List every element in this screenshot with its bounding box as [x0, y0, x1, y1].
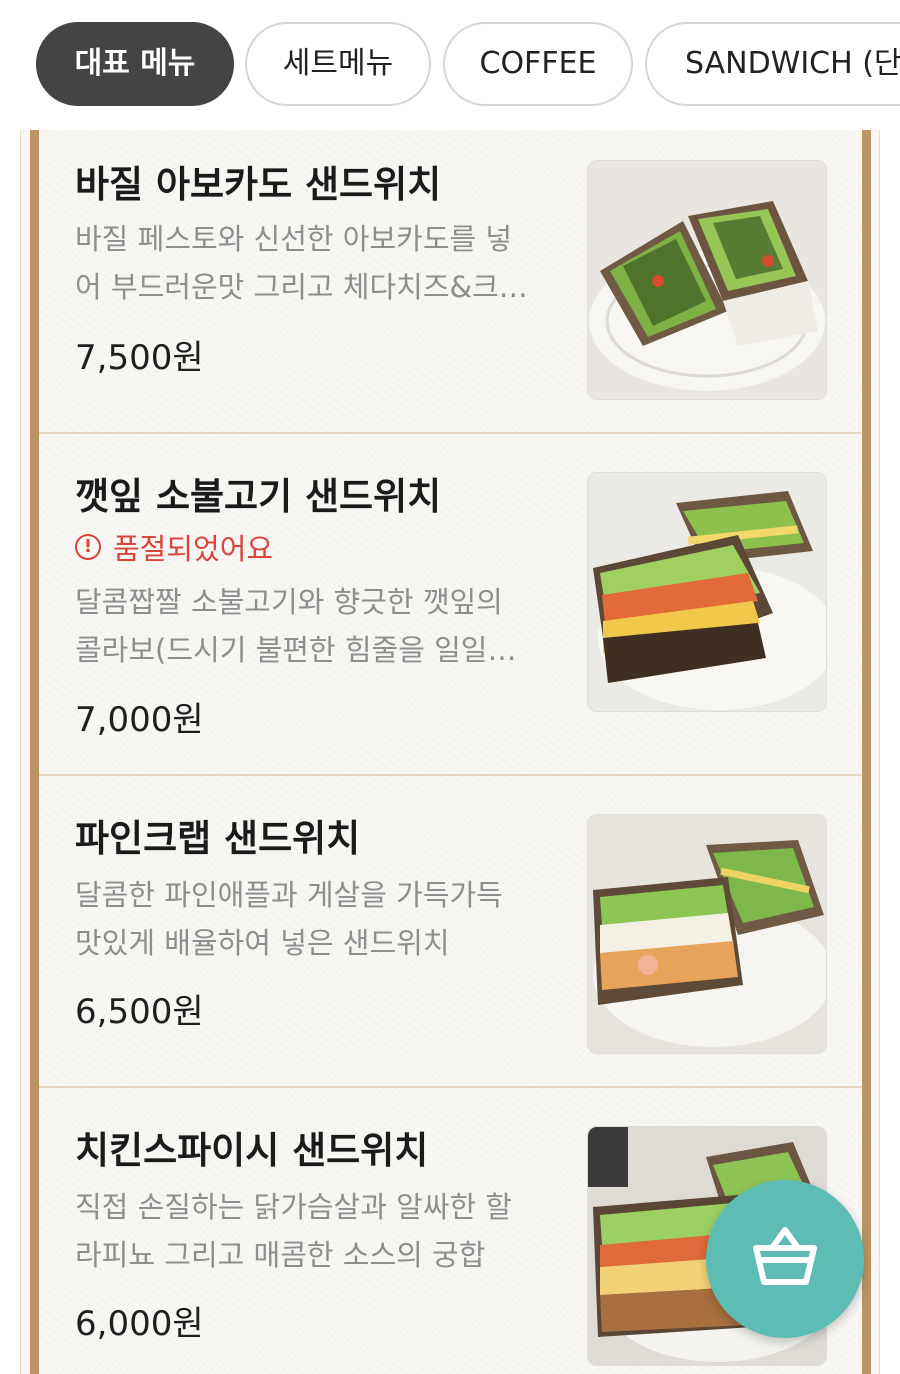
menu-item-name: 바질 아보카도 샌드위치 [75, 163, 442, 206]
tab-set-menu[interactable]: 세트메뉴 [245, 22, 431, 106]
menu-item-price: 7,500원 [75, 338, 204, 378]
menu-item-description: 직접 손질하는 닭가슴살과 알싸한 할 라피뇨 그리고 매콤한 소스의 궁합 [75, 1190, 513, 1272]
menu-item-name: 파인크랩 샌드위치 [75, 817, 361, 860]
basket-icon [753, 1227, 817, 1285]
menu-item-description: 바질 페스토와 신선한 아보카도를 넣 어 부드러운맛 그리고 체다치즈&크… [75, 222, 528, 304]
sold-out-notice: ! 품절되었어요 [75, 526, 273, 568]
menu-item-name: 치킨스파이시 샌드위치 [75, 1129, 429, 1172]
tab-coffee[interactable]: COFFEE [443, 22, 633, 106]
menu-item-price: 6,500원 [75, 992, 204, 1032]
tab-signature-menu[interactable]: 대표 메뉴 [36, 22, 234, 106]
menu-item-description: 달콤한 파인애플과 게살을 가득가득 맛있게 배율하여 넣은 샌드위치 [75, 878, 503, 960]
menu-item[interactable]: 파인크랩 샌드위치 달콤한 파인애플과 게살을 가득가득 맛있게 배율하여 넣은… [39, 776, 862, 1088]
menu-item[interactable]: 바질 아보카도 샌드위치 바질 페스토와 신선한 아보카도를 넣 어 부드러운맛… [39, 130, 862, 435]
menu-frame-right [862, 130, 871, 1374]
basil-avocado-sandwich-photo [587, 160, 827, 400]
pine-crab-sandwich-photo [587, 814, 827, 1054]
menu-item-description: 달콤짭짤 소불고기와 향긋한 깻잎의 콜라보(드시기 불편한 힘줄을 일일… [75, 585, 517, 667]
cart-button[interactable] [706, 1180, 864, 1338]
menu-frame-left [30, 130, 39, 1374]
category-tab-bar: 대표 메뉴 세트메뉴 COFFEE SANDWICH (단품) [0, 0, 900, 130]
perilla-bulgogi-sandwich-photo [587, 472, 827, 712]
menu-item-name: 깻잎 소불고기 샌드위치 [75, 475, 442, 518]
menu-item[interactable]: 깻잎 소불고기 샌드위치 ! 품절되었어요 달콤짭짤 소불고기와 향긋한 깻잎의… [39, 434, 862, 776]
menu-item-price: 7,000원 [75, 700, 204, 740]
menu-item-price: 6,000원 [75, 1304, 204, 1344]
tab-sandwich-single[interactable]: SANDWICH (단품) [645, 22, 900, 106]
alert-icon: ! [75, 534, 101, 560]
